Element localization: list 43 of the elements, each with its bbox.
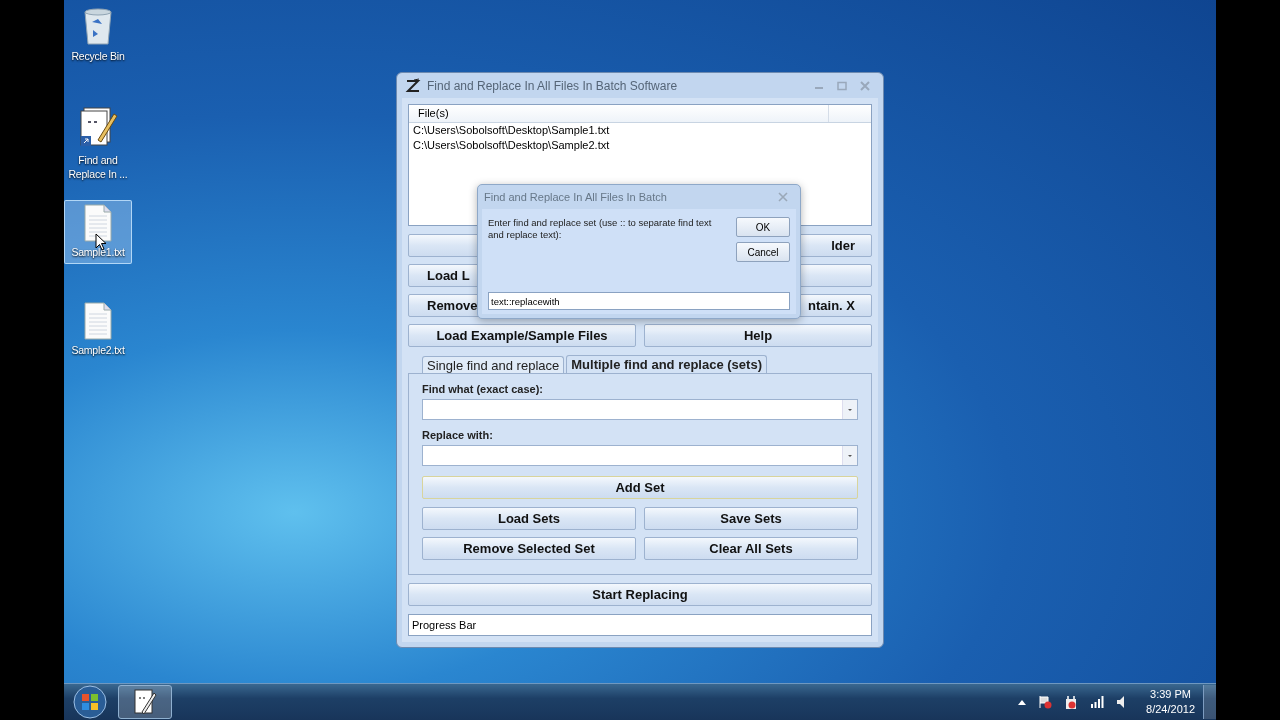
clock-date: 8/24/2012: [1146, 702, 1195, 717]
add-set-button[interactable]: Add Set: [422, 476, 858, 499]
input-field[interactable]: text::replacewith: [488, 292, 790, 310]
desktop-icon[interactable]: Recycle Bin: [64, 4, 132, 68]
start-button[interactable]: [72, 685, 108, 719]
up-arrow-icon[interactable]: [1018, 699, 1027, 705]
caret-icon: [842, 400, 857, 419]
recycle-bin-icon: [83, 8, 113, 46]
clock[interactable]: 3:39 PM 8/24/2012: [1146, 687, 1195, 717]
file-path[interactable]: C:\Users\Sobolsoft\Desktop\Sample2.txt: [409, 138, 871, 153]
file-path[interactable]: C:\Users\Sobolsoft\Desktop\Sample1.txt: [409, 123, 871, 138]
start-replacing-button[interactable]: Start Replacing: [408, 583, 872, 606]
taskbar-button[interactable]: [118, 685, 172, 719]
clock-time: 3:39 PM: [1150, 687, 1191, 702]
set-button[interactable]: Remove Selected Set: [422, 537, 636, 560]
flag-icon[interactable]: [1038, 695, 1053, 709]
text-file-icon: [83, 204, 113, 242]
dialog-title: Find and Replace In All Files In Batch: [484, 191, 667, 203]
document-pencil-icon: [132, 688, 158, 716]
action-button[interactable]: Load Example/Sample Files: [408, 324, 636, 347]
tab[interactable]: Single find and replace: [422, 356, 565, 373]
set-button[interactable]: Load Sets: [422, 507, 636, 530]
show-desktop-button[interactable]: [1203, 685, 1216, 719]
signal-icon[interactable]: [1090, 696, 1105, 708]
action-button[interactable]: Help: [644, 324, 872, 347]
icon-label: Recycle Bin: [70, 49, 126, 63]
desktop-icon[interactable]: Sample2.txt: [64, 298, 132, 362]
icon-label: Find and Replace In ...: [67, 153, 129, 181]
ok-button[interactable]: OK: [736, 217, 790, 237]
tab[interactable]: Multiple find and replace (sets): [566, 355, 767, 373]
power-plug-icon[interactable]: [1064, 694, 1079, 710]
icon-label: Sample2.txt: [70, 343, 126, 357]
find-label: Find what (exact case):: [422, 383, 545, 397]
text-file-icon: [83, 302, 113, 340]
caret-icon: [842, 446, 857, 465]
icon-label: Sample1.txt: [70, 245, 126, 259]
set-button[interactable]: Save Sets: [644, 507, 858, 530]
app-icon: [405, 77, 421, 94]
desktop-icon[interactable]: Find and Replace In ...: [64, 102, 132, 186]
window-title: Find and Replace In All Files In Batch Software: [427, 78, 678, 93]
cancel-button[interactable]: Cancel: [736, 242, 790, 262]
replace-label: Replace with:: [422, 429, 494, 443]
set-button[interactable]: Clear All Sets: [644, 537, 858, 560]
